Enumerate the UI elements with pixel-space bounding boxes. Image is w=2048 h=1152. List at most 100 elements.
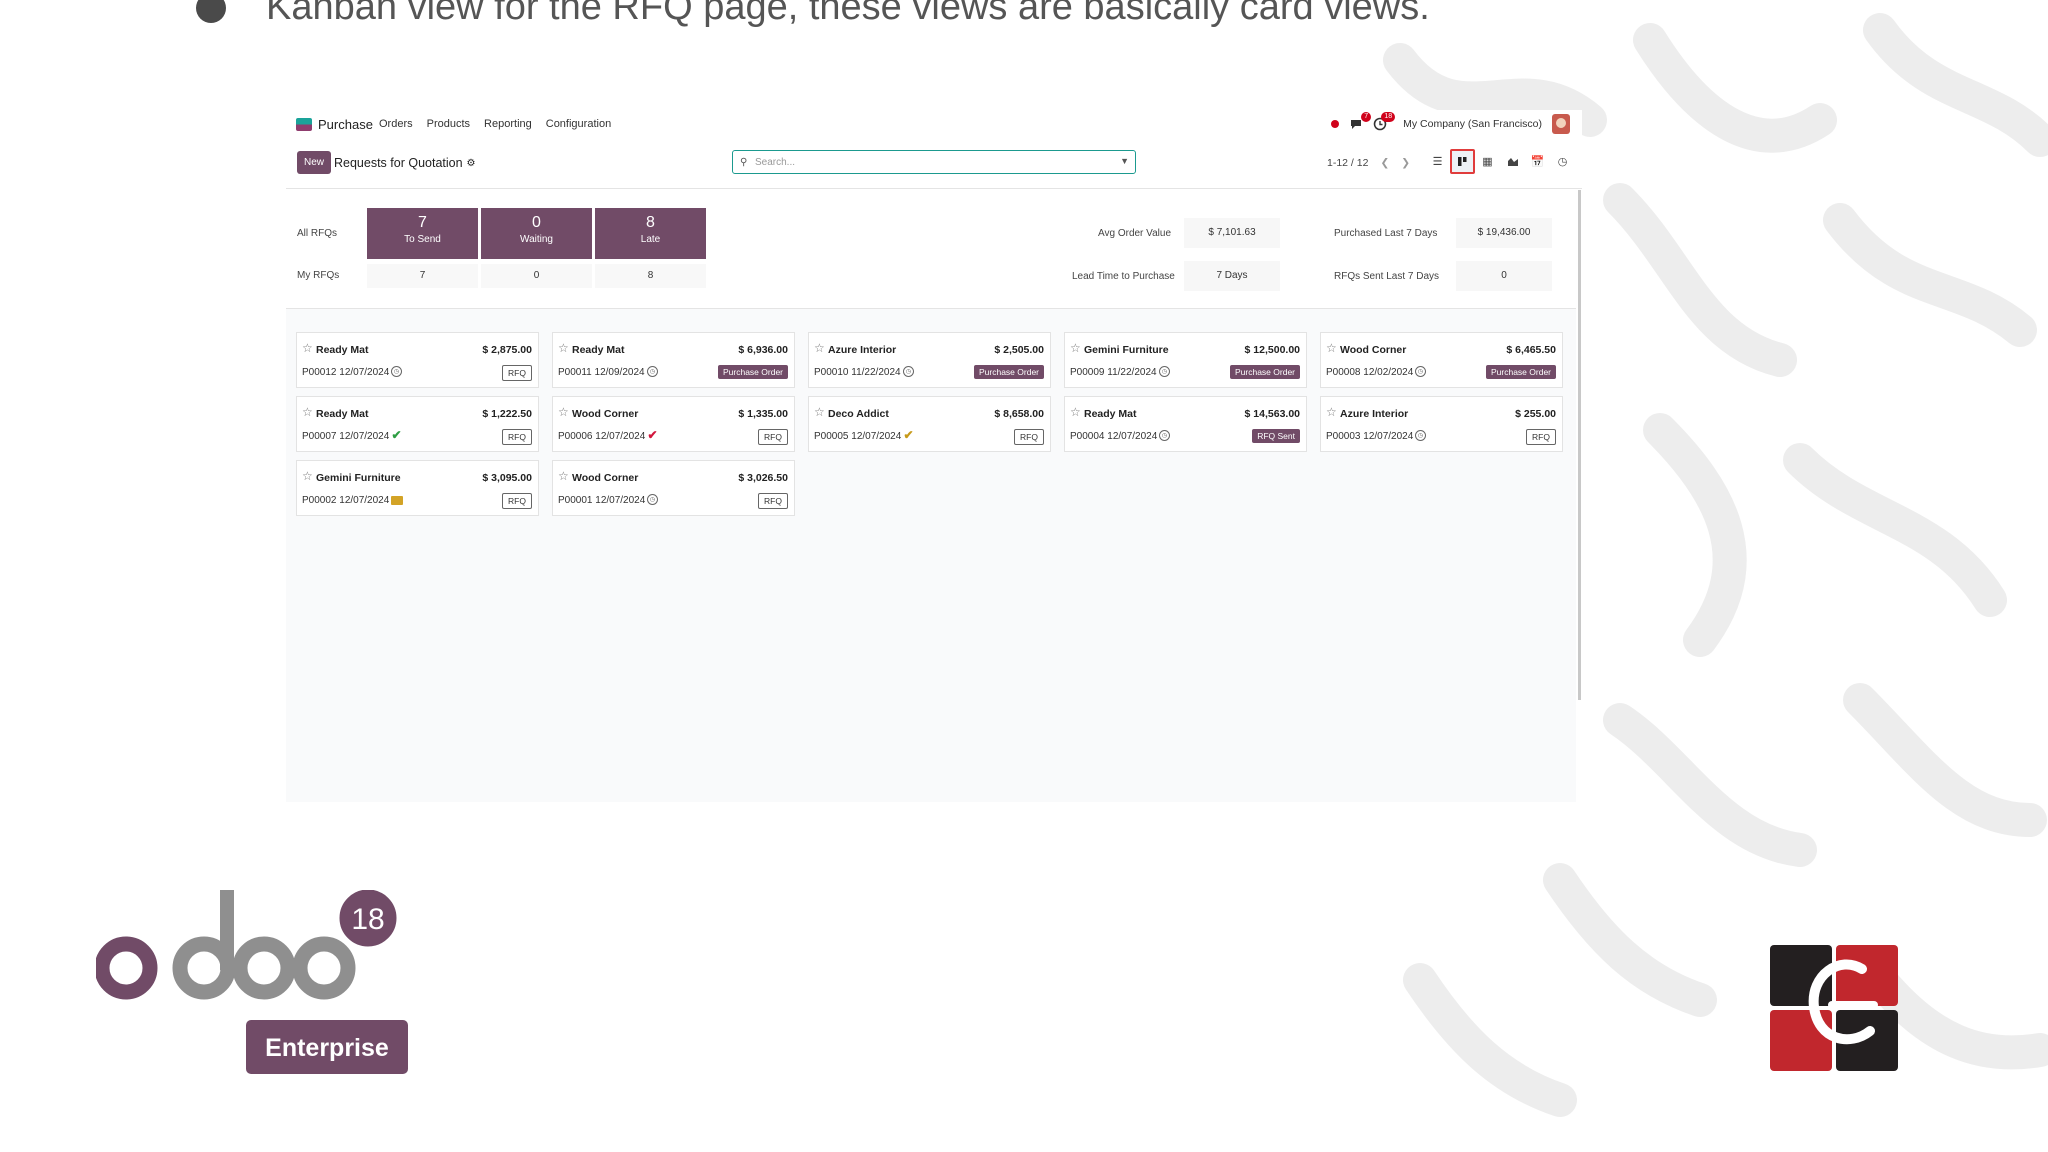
chevron-down-icon[interactable]: ▼ (1120, 156, 1129, 166)
app-name: Purchase (318, 117, 373, 132)
card-reference-date: P00005 12/07/2024 (814, 431, 902, 442)
activity-view-icon[interactable]: ◷ (1550, 149, 1575, 174)
tile-to-send[interactable]: 7 To Send (367, 208, 478, 259)
divider (286, 308, 1576, 309)
kanban-card[interactable]: ☆ Ready Mat $ 6,936.00 P00011 12/09/2024 ◷ Pu… (552, 332, 795, 388)
lead-time-value: 7 Days (1184, 261, 1280, 291)
kanban-card[interactable]: ☆ Wood Corner $ 1,335.00 P00006 12/07/2024 ✔… (552, 396, 795, 452)
menu-item-orders[interactable]: Orders (379, 118, 413, 130)
gear-icon[interactable]: ⚙ (467, 158, 476, 169)
star-icon[interactable]: ☆ (558, 341, 569, 355)
chevron-left-icon[interactable]: ❮ (1380, 157, 1389, 169)
tile-late[interactable]: 8 Late (595, 208, 706, 259)
activity-clock-icon[interactable]: ◷ (1415, 430, 1426, 441)
activity-clock-icon[interactable]: ◷ (903, 366, 914, 377)
activity-clock-icon[interactable]: ◷ (391, 366, 402, 377)
star-icon[interactable]: ☆ (1326, 341, 1337, 355)
new-button[interactable]: New (297, 151, 332, 174)
star-icon[interactable]: ☆ (814, 405, 825, 419)
tile-waiting[interactable]: 0 Waiting (481, 208, 592, 259)
chevron-right-icon[interactable]: ❯ (1401, 157, 1410, 169)
edition-label: Enterprise (265, 1034, 389, 1062)
activity-check-icon[interactable]: ✔ (647, 429, 658, 441)
tile-label: Late (640, 234, 661, 245)
star-icon[interactable]: ☆ (302, 341, 313, 355)
activities-clock-icon[interactable]: 18 (1373, 112, 1396, 131)
company-switcher[interactable]: My Company (San Francisco) (1403, 118, 1542, 130)
top-navbar: Purchase Orders Products Reporting Confi… (286, 110, 1582, 140)
main-menu: Orders Products Reporting Configuration (379, 118, 611, 130)
search-input[interactable]: ⚲ Search... ▼ (732, 150, 1136, 174)
kanban-card[interactable]: ☆ Gemini Furniture $ 12,500.00 P00009 11/22… (1064, 332, 1307, 388)
rfq-dashboard: All RFQs My RFQs 7 To Send 0 Waiting 8 L… (286, 208, 1582, 298)
app-brand[interactable]: Purchase (296, 117, 373, 132)
card-amount: $ 6,465.50 (1506, 344, 1556, 356)
activity-check-icon[interactable]: ✔ (903, 429, 914, 441)
rfq-sent-value: 0 (1456, 261, 1552, 291)
star-icon[interactable]: ☆ (1070, 405, 1081, 419)
search-placeholder: Search... (755, 157, 796, 168)
kanban-card[interactable]: ☆ Deco Addict $ 8,658.00 P00005 12/07/2024 ✔… (808, 396, 1051, 452)
kanban-card[interactable]: ☆ Ready Mat $ 14,563.00 P00004 12/07/2024 ◷ R… (1064, 396, 1307, 452)
card-reference-date: P00001 12/07/2024 (558, 495, 646, 506)
kanban-board: ☆ Ready Mat $ 2,875.00 P00012 12/07/2024 ◷ RF… (286, 308, 1576, 802)
view-switcher: ☰ ▦ 📅 ◷ (1425, 149, 1575, 174)
card-vendor: Ready Mat (572, 344, 625, 356)
star-icon[interactable]: ☆ (814, 341, 825, 355)
calendar-view-icon[interactable]: 📅 (1525, 149, 1550, 174)
list-view-icon[interactable]: ☰ (1425, 149, 1450, 174)
activity-clock-icon[interactable]: ◷ (1159, 430, 1170, 441)
activity-clock-icon[interactable]: ◷ (647, 494, 658, 505)
activity-clock-icon[interactable]: ◷ (647, 366, 658, 377)
kanban-card[interactable]: ☆ Wood Corner $ 3,026.50 P00001 12/07/2024 ◷… (552, 460, 795, 516)
status-dot-icon[interactable] (1331, 120, 1340, 128)
kanban-card[interactable]: ☆ Ready Mat $ 2,875.00 P00012 12/07/2024 ◷ RF… (296, 332, 539, 388)
pager-value[interactable]: 1-12 / 12 (1327, 157, 1368, 169)
card-vendor: Ready Mat (1084, 408, 1137, 420)
my-to-send[interactable]: 7 (367, 264, 478, 288)
slide-bullet: Kanban view for the RFQ page, these view… (196, 0, 1430, 29)
status-badge: Purchase Order (718, 365, 788, 379)
my-waiting[interactable]: 0 (481, 264, 592, 288)
my-late[interactable]: 8 (595, 264, 706, 288)
menu-item-products[interactable]: Products (427, 118, 470, 130)
card-reference-date: P00011 12/09/2024 (558, 367, 645, 378)
activity-mail-icon[interactable] (391, 496, 403, 505)
search-icon: ⚲ (740, 157, 748, 168)
star-icon[interactable]: ☆ (302, 405, 313, 419)
card-reference-date: P00008 12/02/2024 (1326, 367, 1414, 378)
pivot-view-icon[interactable]: ▦ (1475, 149, 1500, 174)
graph-view-icon[interactable] (1500, 149, 1525, 174)
tile-count: 0 (532, 214, 541, 231)
activity-clock-icon[interactable]: ◷ (1415, 366, 1426, 377)
status-badge: Purchase Order (1230, 365, 1300, 379)
company-logo (1770, 945, 1898, 1071)
activity-check-icon[interactable]: ✔ (391, 429, 402, 441)
card-vendor: Azure Interior (828, 344, 897, 356)
rfq-sent-label: RFQs Sent Last 7 Days (1334, 271, 1440, 282)
bullet-text: Kanban view for the RFQ page, these view… (266, 0, 1430, 28)
kanban-card[interactable]: ☆ Azure Interior $ 2,505.00 P00010 11/22/20… (808, 332, 1051, 388)
page-title: Requests for Quotation (334, 156, 463, 170)
kanban-view-icon[interactable] (1450, 149, 1475, 174)
status-badge: Purchase Order (974, 365, 1044, 379)
star-icon[interactable]: ☆ (1326, 405, 1337, 419)
status-badge: RFQ (502, 429, 532, 445)
menu-item-reporting[interactable]: Reporting (484, 118, 532, 130)
activity-clock-icon[interactable]: ◷ (1159, 366, 1170, 377)
all-rfqs-label: All RFQs (297, 228, 337, 239)
activities-badge: 18 (1381, 112, 1396, 122)
user-avatar[interactable] (1552, 114, 1570, 134)
star-icon[interactable]: ☆ (302, 469, 313, 483)
star-icon[interactable]: ☆ (1070, 341, 1081, 355)
star-icon[interactable]: ☆ (558, 405, 569, 419)
menu-item-configuration[interactable]: Configuration (546, 118, 611, 130)
kanban-card[interactable]: ☆ Ready Mat $ 1,222.50 P00007 12/07/2024 ✔ RF… (296, 396, 539, 452)
messages-icon[interactable]: 7 (1349, 112, 1372, 131)
kanban-card[interactable]: ☆ Gemini Furniture $ 3,095.00 P00002 12/07/… (296, 460, 539, 516)
card-vendor: Gemini Furniture (1084, 344, 1169, 356)
kanban-card[interactable]: ☆ Azure Interior $ 255.00 P00003 12/07/2024… (1320, 396, 1563, 452)
card-vendor: Azure Interior (1340, 408, 1409, 420)
kanban-card[interactable]: ☆ Wood Corner $ 6,465.50 P00008 12/02/2024 ◷… (1320, 332, 1563, 388)
star-icon[interactable]: ☆ (558, 469, 569, 483)
